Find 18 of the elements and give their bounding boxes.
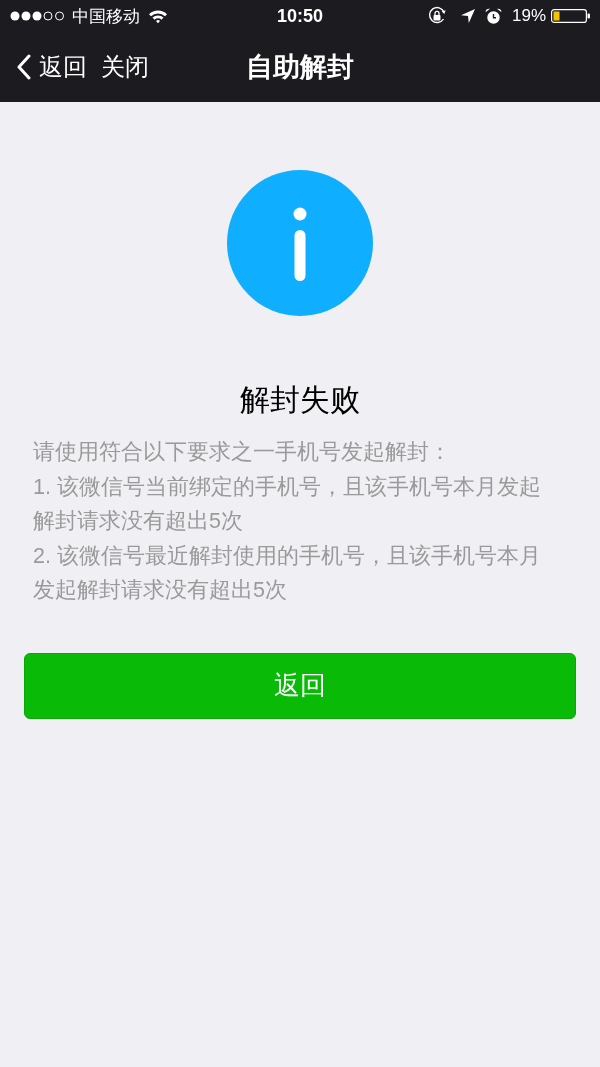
back-button[interactable]: 返回	[16, 51, 87, 83]
location-arrow-icon	[460, 9, 475, 23]
requirement-text: 1. 该微信号当前绑定的手机号，且该手机号本月发起解封请求没有超出5次	[33, 473, 542, 535]
rotation-lock-icon	[426, 6, 447, 26]
chevron-icon	[16, 54, 31, 80]
requirement-text: 2. 该微信号最近解封使用的手机号，且该手机号本月发起解封请求没有超出5次	[33, 542, 542, 604]
close-button[interactable]: 关闭	[101, 51, 149, 83]
info-icon	[227, 170, 373, 316]
wifi-icon	[148, 8, 168, 24]
battery-icon	[551, 9, 590, 23]
signal-icon	[10, 11, 65, 21]
instruction-text: 请使用符合以下要求之一手机号发起解封：	[33, 439, 452, 466]
page-title: 自助解封	[246, 51, 354, 84]
carrier-name: 中国移动	[72, 5, 140, 28]
alarm-clock-icon	[484, 7, 502, 25]
clock-time: 10:50	[276, 5, 323, 27]
result-title: 解封失败	[240, 382, 360, 418]
battery-percentage: 19%	[511, 6, 546, 26]
